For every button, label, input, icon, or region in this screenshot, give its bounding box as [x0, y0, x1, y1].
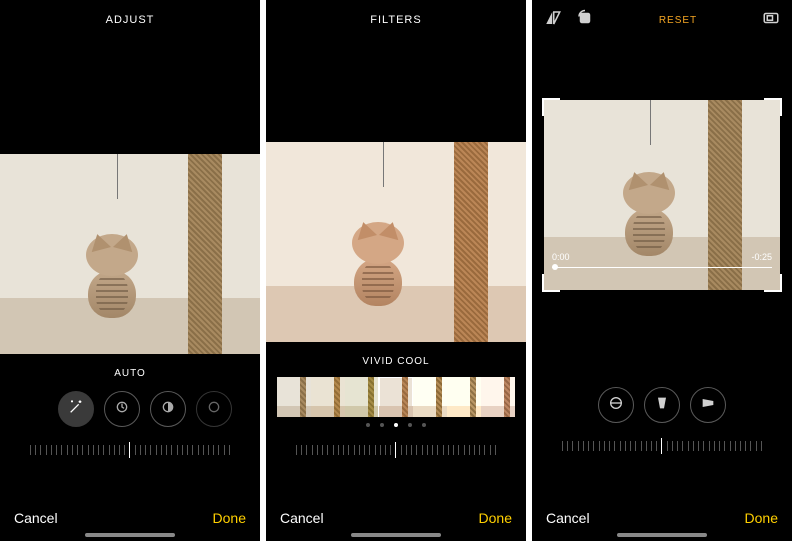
- filter-intensity-dots: [366, 423, 426, 427]
- tab-video[interactable]: [575, 467, 599, 491]
- vertical-skew-icon: [654, 395, 670, 416]
- exposure-button[interactable]: [104, 391, 140, 427]
- filter-thumb[interactable]: [311, 377, 345, 417]
- filter-thumb[interactable]: [413, 377, 447, 417]
- editor-screen-filters: FILTERS VIVID COOL: [266, 0, 526, 541]
- magic-wand-icon: [68, 399, 84, 420]
- playhead-thumb[interactable]: [552, 264, 558, 270]
- adjustment-picker: [58, 391, 202, 427]
- dial-icon: [206, 399, 222, 420]
- cancel-button[interactable]: Cancel: [14, 510, 58, 526]
- flip-icon[interactable]: [544, 9, 562, 32]
- filter-thumb-selected[interactable]: [379, 377, 413, 417]
- filter-thumb[interactable]: [481, 377, 515, 417]
- mode-tabs: [43, 471, 217, 495]
- playhead-time-start: 0:00: [552, 252, 570, 262]
- rotate-icon[interactable]: [576, 9, 594, 32]
- preview-zone: VIVID COOL: [266, 40, 526, 495]
- horizontal-skew-icon: [700, 395, 716, 416]
- tab-crop[interactable]: [459, 471, 483, 495]
- cancel-button[interactable]: Cancel: [280, 510, 324, 526]
- tab-crop[interactable]: [725, 467, 749, 491]
- done-button[interactable]: Done: [745, 510, 778, 526]
- straighten-controls: [598, 387, 726, 423]
- angle-slider[interactable]: [562, 433, 762, 463]
- media-preview[interactable]: [266, 142, 526, 342]
- sun-dial-icon: [114, 399, 130, 420]
- horizontal-perspective-button[interactable]: [690, 387, 726, 423]
- tab-filters[interactable]: [409, 471, 433, 495]
- mode-tabs: [309, 471, 483, 495]
- home-indicator[interactable]: [85, 533, 175, 537]
- tab-video[interactable]: [309, 471, 333, 495]
- home-indicator[interactable]: [351, 533, 441, 537]
- header-title: FILTERS: [266, 0, 526, 40]
- done-button[interactable]: Done: [213, 510, 246, 526]
- tab-adjust[interactable]: [359, 471, 383, 495]
- home-indicator[interactable]: [617, 533, 707, 537]
- done-button[interactable]: Done: [479, 510, 512, 526]
- auto-enhance-button[interactable]: [58, 391, 94, 427]
- tab-video[interactable]: [43, 471, 67, 495]
- filter-thumb[interactable]: [277, 377, 311, 417]
- reset-button[interactable]: RESET: [659, 15, 697, 26]
- filter-thumb[interactable]: [447, 377, 481, 417]
- next-adjustment-button[interactable]: [196, 391, 232, 427]
- header-title: ADJUST: [0, 0, 260, 40]
- playhead-time-end: -0:25: [751, 252, 772, 262]
- level-icon: [608, 395, 624, 416]
- media-preview[interactable]: 0:00 -0:25: [544, 100, 780, 290]
- crop-frame[interactable]: 0:00 -0:25: [544, 100, 780, 290]
- cancel-button[interactable]: Cancel: [546, 510, 590, 526]
- brilliance-button[interactable]: [150, 391, 186, 427]
- tab-crop[interactable]: [193, 471, 217, 495]
- mode-tabs: [575, 467, 749, 491]
- half-circle-icon: [160, 399, 176, 420]
- aspect-ratio-icon[interactable]: [762, 9, 780, 32]
- tab-filters[interactable]: [143, 471, 167, 495]
- tab-filters[interactable]: [675, 467, 699, 491]
- preview-zone: AUTO: [0, 40, 260, 495]
- editor-screen-adjust: ADJUST AUTO: [0, 0, 260, 541]
- crop-handle-br[interactable]: [764, 274, 782, 292]
- value-slider[interactable]: [296, 437, 496, 467]
- filter-name-label: VIVID COOL: [362, 356, 429, 367]
- editor-screen-crop: RESET 0:00 -0:25: [532, 0, 792, 541]
- tab-adjust[interactable]: [93, 471, 117, 495]
- crop-handle-tr[interactable]: [764, 98, 782, 116]
- crop-handle-tl[interactable]: [542, 98, 560, 116]
- adjustment-name-label: AUTO: [114, 368, 146, 379]
- vertical-perspective-button[interactable]: [644, 387, 680, 423]
- straighten-button[interactable]: [598, 387, 634, 423]
- tab-adjust[interactable]: [625, 467, 649, 491]
- crop-handle-bl[interactable]: [542, 274, 560, 292]
- filter-thumb[interactable]: [345, 377, 379, 417]
- crop-header: RESET: [532, 0, 792, 40]
- playhead-track[interactable]: [552, 267, 772, 269]
- media-preview[interactable]: [0, 154, 260, 354]
- filter-thumbnail-strip[interactable]: [266, 377, 526, 417]
- value-slider[interactable]: [30, 437, 230, 467]
